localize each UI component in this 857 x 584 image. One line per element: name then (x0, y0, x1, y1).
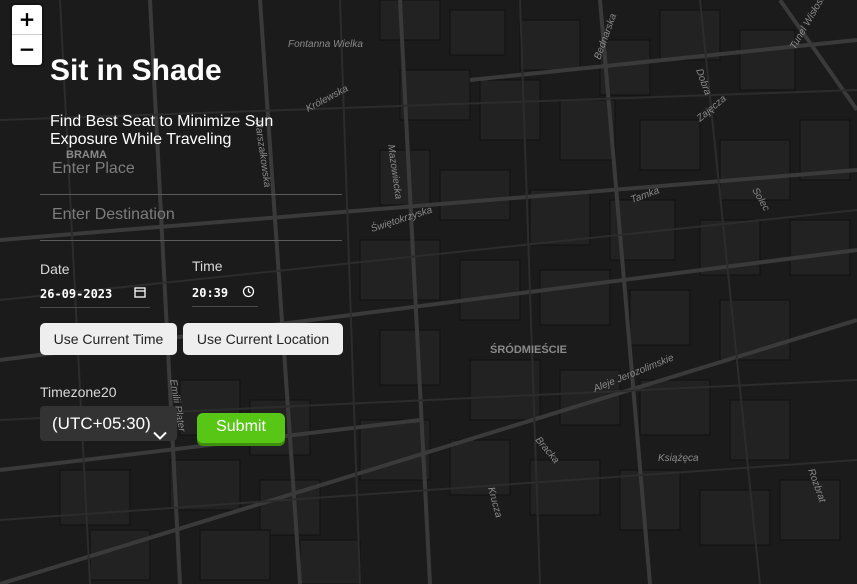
map-street-label: Książęca (658, 453, 699, 464)
timezone-value: (UTC+05:30) (52, 414, 151, 433)
date-label: Date (40, 261, 70, 277)
timezone-label: Timezone20 (40, 384, 117, 400)
map-district-label: ŚRÓDMIEŚCIE (490, 343, 567, 356)
map-street-label: Fontanna Wielka (288, 39, 363, 50)
clock-icon[interactable] (242, 285, 255, 301)
date-input[interactable]: 26-09-2023 (40, 285, 150, 308)
use-current-location-button[interactable]: Use Current Location (183, 323, 343, 355)
destination-field (40, 196, 342, 241)
use-current-time-button[interactable]: Use Current Time (40, 323, 177, 355)
page-subtitle: Find Best Seat to Minimize Sun Exposure … (50, 113, 274, 148)
date-value: 26-09-2023 (40, 287, 113, 301)
zoom-out-button[interactable]: − (12, 35, 42, 65)
time-input[interactable]: 20:39 (192, 284, 258, 307)
zoom-control: + − (12, 5, 42, 65)
place-field (40, 150, 342, 195)
chevron-down-icon (153, 418, 167, 453)
time-value: 20:39 (192, 286, 229, 300)
submit-button[interactable]: Submit (197, 413, 285, 443)
destination-input[interactable] (50, 196, 334, 234)
zoom-in-button[interactable]: + (12, 5, 42, 35)
page-title: Sit in Shade (50, 54, 222, 87)
place-input[interactable] (50, 150, 334, 188)
calendar-icon[interactable] (134, 286, 146, 301)
timezone-select[interactable]: (UTC+05:30) (40, 406, 177, 441)
time-label: Time (192, 258, 223, 274)
